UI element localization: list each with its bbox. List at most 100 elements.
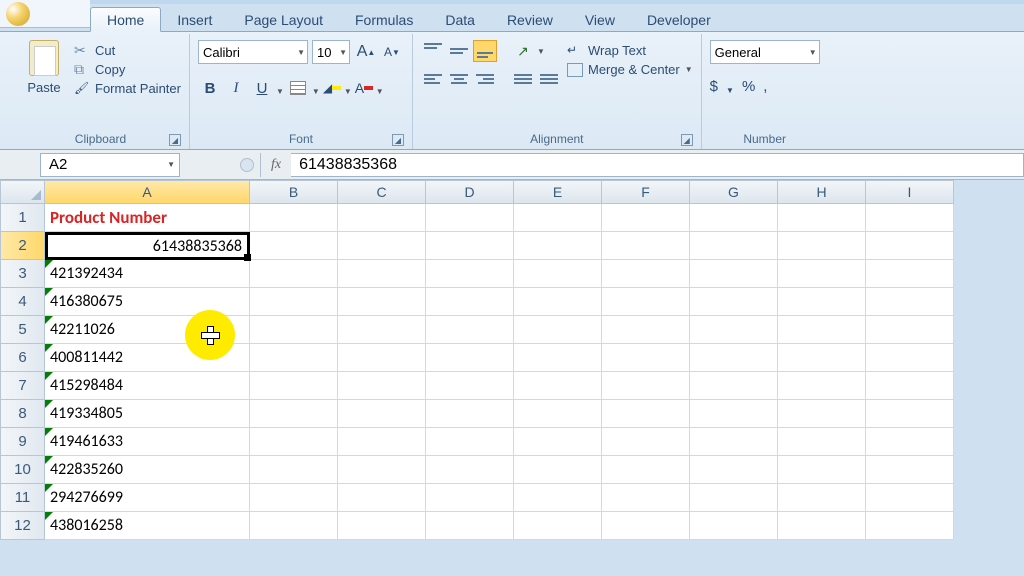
dialog-launcher-icon[interactable]: ◢ xyxy=(681,134,693,146)
orientation-button[interactable] xyxy=(511,40,535,62)
cell[interactable] xyxy=(866,288,954,316)
row-header[interactable]: 8 xyxy=(0,400,45,428)
shrink-font-button[interactable]: A▼ xyxy=(380,40,404,64)
align-middle-button[interactable] xyxy=(447,40,471,62)
cell[interactable] xyxy=(514,512,602,540)
cell[interactable] xyxy=(514,260,602,288)
cell[interactable] xyxy=(602,484,690,512)
cell[interactable] xyxy=(514,400,602,428)
chevron-down-icon[interactable]: ▼ xyxy=(376,87,384,100)
cell[interactable] xyxy=(250,288,338,316)
cell[interactable] xyxy=(338,372,426,400)
decrease-indent-button[interactable] xyxy=(511,68,535,90)
cell[interactable] xyxy=(690,204,778,232)
cell[interactable] xyxy=(426,484,514,512)
cell[interactable] xyxy=(514,288,602,316)
row-header[interactable]: 9 xyxy=(0,428,45,456)
underline-button[interactable]: U xyxy=(250,76,274,100)
cell[interactable] xyxy=(866,372,954,400)
cell[interactable] xyxy=(338,400,426,428)
chevron-down-icon[interactable]: ▼ xyxy=(312,87,320,100)
cell[interactable] xyxy=(338,428,426,456)
cell[interactable] xyxy=(690,344,778,372)
cell[interactable] xyxy=(602,204,690,232)
column-header[interactable]: C xyxy=(338,180,426,204)
tab-data[interactable]: Data xyxy=(429,8,491,31)
cell[interactable] xyxy=(602,428,690,456)
cell[interactable] xyxy=(426,372,514,400)
cell[interactable] xyxy=(250,428,338,456)
merge-center-button[interactable]: Merge & Center ▼ xyxy=(567,62,693,77)
cell[interactable] xyxy=(338,456,426,484)
cell[interactable] xyxy=(514,316,602,344)
cell[interactable] xyxy=(602,260,690,288)
cell[interactable] xyxy=(866,456,954,484)
fill-color-button[interactable]: ◢ xyxy=(322,76,342,100)
cut-button[interactable]: Cut xyxy=(74,42,181,58)
cell[interactable] xyxy=(690,400,778,428)
cell[interactable] xyxy=(338,204,426,232)
cell[interactable] xyxy=(514,372,602,400)
cell[interactable]: 415298484 xyxy=(45,372,250,400)
row-header[interactable]: 7 xyxy=(0,372,45,400)
column-header[interactable]: B xyxy=(250,180,338,204)
select-all-button[interactable] xyxy=(0,180,45,204)
cell[interactable] xyxy=(690,484,778,512)
cell[interactable] xyxy=(866,260,954,288)
cell[interactable] xyxy=(690,232,778,260)
cell[interactable] xyxy=(426,204,514,232)
cell[interactable] xyxy=(250,484,338,512)
cell[interactable] xyxy=(514,232,602,260)
column-header[interactable]: A xyxy=(45,180,250,204)
cell[interactable] xyxy=(778,288,866,316)
cell[interactable]: 422835260 xyxy=(45,456,250,484)
increase-indent-button[interactable] xyxy=(537,68,561,90)
cell[interactable] xyxy=(866,512,954,540)
cell[interactable] xyxy=(690,260,778,288)
row-header[interactable]: 3 xyxy=(0,260,45,288)
cell[interactable] xyxy=(602,344,690,372)
format-painter-button[interactable]: Format Painter xyxy=(74,80,181,96)
cell[interactable] xyxy=(250,260,338,288)
formula-input[interactable]: 61438835368 xyxy=(291,153,1024,177)
cell[interactable] xyxy=(426,456,514,484)
cell[interactable] xyxy=(778,344,866,372)
cell[interactable] xyxy=(338,512,426,540)
currency-button[interactable]: $ xyxy=(710,78,718,95)
wrap-text-button[interactable]: Wrap Text xyxy=(567,42,693,58)
fx-icon[interactable]: fx xyxy=(261,157,291,173)
cell[interactable] xyxy=(338,232,426,260)
row-header[interactable]: 11 xyxy=(0,484,45,512)
cell[interactable] xyxy=(338,316,426,344)
tab-developer[interactable]: Developer xyxy=(631,8,727,31)
cell[interactable] xyxy=(690,288,778,316)
cell[interactable] xyxy=(514,456,602,484)
align-center-button[interactable] xyxy=(447,68,471,90)
cell[interactable] xyxy=(778,456,866,484)
row-header[interactable]: 1 xyxy=(0,204,45,232)
cell[interactable] xyxy=(778,260,866,288)
column-header[interactable]: I xyxy=(866,180,954,204)
cell[interactable] xyxy=(866,428,954,456)
align-right-button[interactable] xyxy=(473,68,497,90)
cell[interactable] xyxy=(778,484,866,512)
cell[interactable] xyxy=(778,400,866,428)
cell[interactable] xyxy=(426,512,514,540)
cell[interactable]: 419334805 xyxy=(45,400,250,428)
cell[interactable] xyxy=(690,512,778,540)
cell[interactable]: 294276699 xyxy=(45,484,250,512)
tab-view[interactable]: View xyxy=(569,8,631,31)
cell[interactable] xyxy=(866,232,954,260)
cell[interactable] xyxy=(338,260,426,288)
column-header[interactable]: G xyxy=(690,180,778,204)
cell[interactable] xyxy=(778,316,866,344)
cell[interactable] xyxy=(778,232,866,260)
font-size-combo[interactable]: 10▼ xyxy=(312,40,350,64)
cell[interactable]: 421392434 xyxy=(45,260,250,288)
cell[interactable]: Product Number xyxy=(45,204,250,232)
cell[interactable] xyxy=(514,484,602,512)
cell[interactable] xyxy=(514,428,602,456)
column-header[interactable]: F xyxy=(602,180,690,204)
cell-selected[interactable]: 61438835368 xyxy=(45,232,250,260)
cell[interactable]: 419461633 xyxy=(45,428,250,456)
